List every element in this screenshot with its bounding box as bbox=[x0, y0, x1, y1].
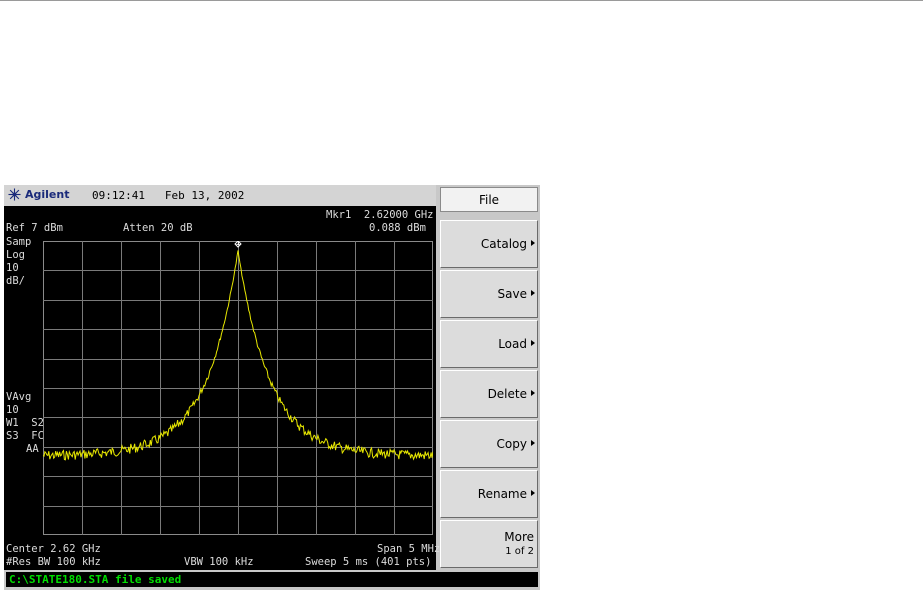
page-indicator: 1 of 2 bbox=[505, 546, 534, 557]
submenu-arrow-icon bbox=[531, 240, 535, 246]
sweep-time: Sweep 5 ms (401 pts) bbox=[305, 556, 432, 568]
ref-level: Ref 7 dBm bbox=[6, 222, 63, 234]
submenu-arrow-icon bbox=[531, 290, 535, 296]
marker-value: 0.088 dBm bbox=[369, 222, 426, 234]
scale-value: 10 bbox=[6, 262, 19, 274]
submenu-arrow-icon bbox=[531, 490, 535, 496]
resolution-bandwidth: #Res BW 100 kHz bbox=[6, 556, 101, 568]
center-frequency: Center 2.62 GHz bbox=[6, 543, 101, 555]
scale-type: Log bbox=[6, 249, 25, 261]
top-divider bbox=[0, 0, 923, 1]
submenu-arrow-icon bbox=[531, 440, 535, 446]
submenu-arrow-icon bbox=[531, 340, 535, 346]
brand-name: Agilent bbox=[25, 188, 70, 201]
delete-softkey[interactable]: Delete bbox=[440, 370, 538, 418]
rename-softkey[interactable]: Rename bbox=[440, 470, 538, 518]
more-softkey[interactable]: More 1 of 2 bbox=[440, 520, 538, 568]
grid-lines bbox=[43, 241, 433, 535]
status-line: C:\STATE180.STA file saved bbox=[6, 572, 538, 587]
brand-logo: Agilent bbox=[8, 188, 69, 201]
status-message: C:\STATE180.STA file saved bbox=[9, 573, 182, 586]
scale-unit: dB/ bbox=[6, 275, 25, 287]
video-average-count: 10 bbox=[6, 404, 19, 416]
video-bandwidth: VBW 100 kHz bbox=[184, 556, 254, 568]
menu-title: File bbox=[440, 187, 538, 212]
spectrum-analyzer-display: Agilent 09:12:41 Feb 13, 2002 Mkr1 2.620… bbox=[4, 185, 540, 590]
softkey-menu: File Catalog Save Load Delete Copy Renam… bbox=[438, 185, 540, 570]
marker-label: Mkr1 2.62000 GHz bbox=[326, 209, 434, 221]
trace-status-1: W1 S2 bbox=[6, 417, 44, 429]
submenu-arrow-icon bbox=[531, 390, 535, 396]
softkey-label: Delete bbox=[487, 387, 527, 401]
span: Span 5 MHz bbox=[377, 543, 441, 555]
softkey-label: Load bbox=[498, 337, 527, 351]
graticule: 1 bbox=[43, 241, 433, 535]
save-softkey[interactable]: Save bbox=[440, 270, 538, 318]
measurement-screen: Mkr1 2.62000 GHz Ref 7 dBm Atten 20 dB 0… bbox=[4, 206, 440, 570]
trace-status-2: S3 FC bbox=[6, 430, 44, 442]
softkey-label: Copy bbox=[496, 437, 527, 451]
softkey-label: More bbox=[504, 530, 534, 544]
softkey-label: Save bbox=[497, 287, 527, 301]
time-text: 09:12:41 bbox=[92, 189, 145, 202]
catalog-softkey[interactable]: Catalog bbox=[440, 220, 538, 268]
marker-number: 1 bbox=[235, 241, 241, 248]
header-bar: Agilent 09:12:41 Feb 13, 2002 bbox=[4, 185, 436, 206]
video-average-label: VAvg bbox=[6, 391, 32, 403]
detector-mode: Samp bbox=[6, 236, 32, 248]
softkey-label: Rename bbox=[477, 487, 527, 501]
copy-softkey[interactable]: Copy bbox=[440, 420, 538, 468]
clock-readout: 09:12:41 Feb 13, 2002 bbox=[92, 189, 244, 202]
agilent-spark-icon bbox=[8, 188, 21, 201]
softkey-label: Catalog bbox=[480, 237, 527, 251]
status-bar: C:\STATE180.STA file saved bbox=[4, 570, 540, 590]
trace-status-3: AA bbox=[26, 443, 39, 455]
load-softkey[interactable]: Load bbox=[440, 320, 538, 368]
attenuation: Atten 20 dB bbox=[123, 222, 193, 234]
date-text: Feb 13, 2002 bbox=[164, 189, 245, 202]
